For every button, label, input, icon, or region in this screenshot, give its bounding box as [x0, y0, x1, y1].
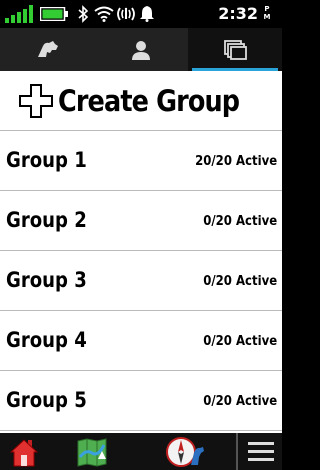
tab-groups[interactable]	[188, 28, 282, 71]
group-status: 0/20 Active	[203, 274, 277, 289]
group-row-4[interactable]: Group 4 0/20 Active	[0, 311, 282, 371]
group-row-1[interactable]: Group 1 20/20 Active	[0, 131, 282, 191]
compass-button[interactable]	[160, 433, 210, 470]
bottom-bar	[0, 433, 282, 470]
home-icon	[9, 438, 39, 466]
status-bar: 2:32 P M	[0, 0, 282, 28]
group-name: Group 3	[6, 268, 87, 292]
compass-dog-icon	[166, 436, 204, 467]
menu-icon	[248, 441, 274, 461]
clock-ampm: P M	[262, 5, 272, 21]
bluetooth-icon	[78, 5, 89, 23]
group-status: 0/20 Active	[203, 334, 277, 349]
menu-button[interactable]	[236, 433, 284, 470]
group-name: Group 4	[6, 328, 87, 352]
dog-icon	[38, 40, 58, 57]
person-icon	[132, 40, 150, 60]
home-button[interactable]	[0, 433, 48, 470]
map-button[interactable]	[68, 433, 116, 470]
group-name: Group 1	[6, 148, 87, 172]
group-row-5[interactable]: Group 5 0/20 Active	[0, 371, 282, 431]
notification-bell-icon	[140, 6, 154, 22]
group-name: Group 2	[6, 208, 87, 232]
plus-icon	[19, 83, 54, 118]
tab-dog[interactable]	[0, 28, 94, 71]
group-status: 0/20 Active	[203, 214, 277, 229]
create-group-button[interactable]: Create Group	[0, 71, 282, 131]
nfc-icon	[117, 7, 135, 21]
create-group-label: Create Group	[58, 83, 240, 118]
group-row-3[interactable]: Group 3 0/20 Active	[0, 251, 282, 311]
ampm-top: P	[264, 5, 270, 13]
tab-bar	[0, 28, 282, 71]
battery-icon	[40, 7, 68, 21]
tab-person[interactable]	[94, 28, 188, 71]
clock-time: 2:32	[218, 4, 258, 23]
group-list: Create Group Group 1 20/20 Active Group …	[0, 71, 282, 433]
signal-icon	[5, 5, 33, 23]
group-name: Group 5	[6, 388, 87, 412]
group-status: 20/20 Active	[194, 154, 277, 169]
map-icon	[77, 437, 107, 467]
ampm-bottom: M	[263, 13, 271, 21]
group-status: 0/20 Active	[203, 394, 277, 409]
groups-icon	[224, 39, 247, 60]
group-row-2[interactable]: Group 2 0/20 Active	[0, 191, 282, 251]
wifi-icon	[94, 6, 114, 22]
